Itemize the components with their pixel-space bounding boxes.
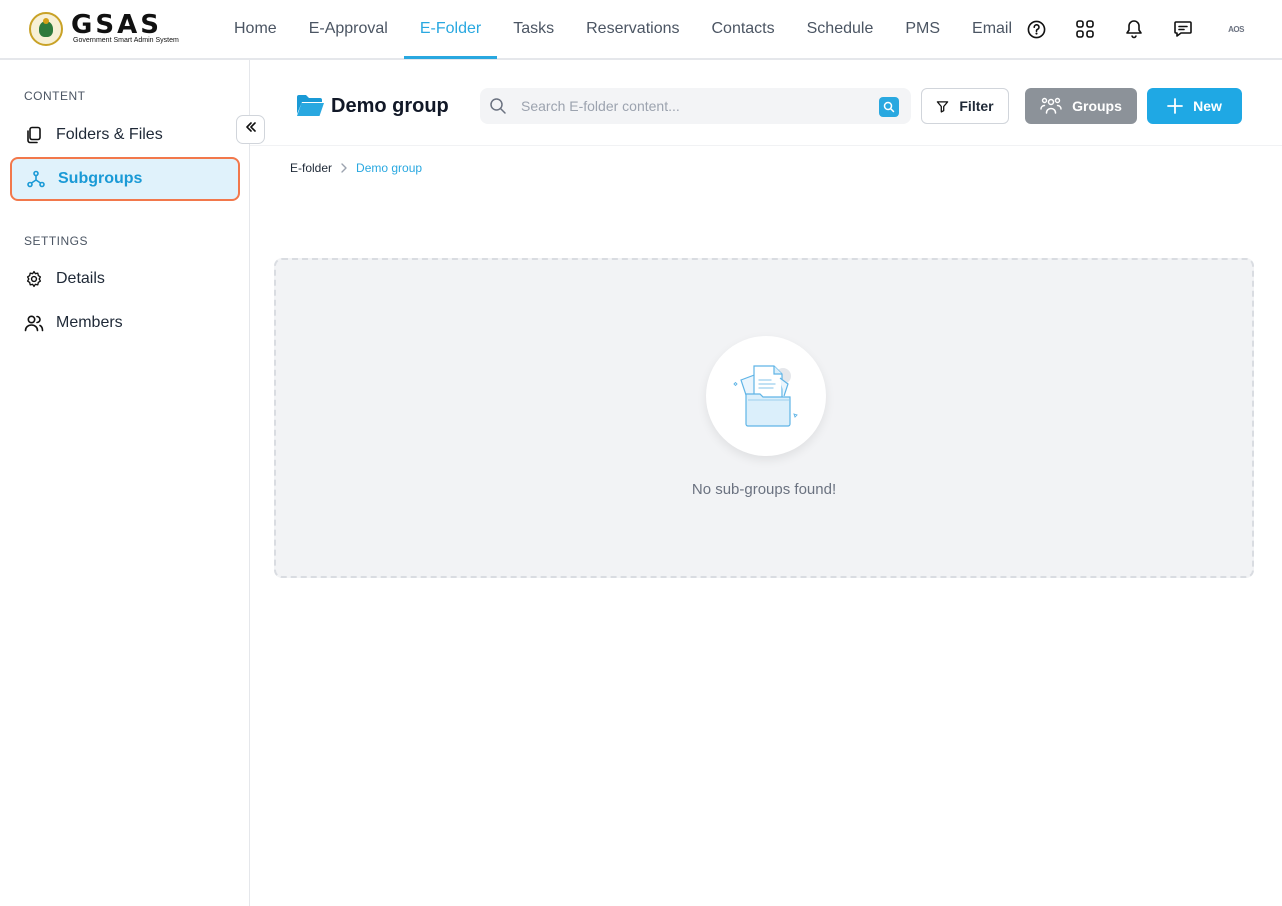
empty-state-panel: No sub-groups found! — [274, 258, 1254, 578]
sidebar-item-label: Subgroups — [58, 170, 143, 187]
top-navbar: GSAS Government Smart Admin System Home … — [0, 0, 1282, 60]
main-nav: Home E-Approval E-Folder Tasks Reservati… — [218, 0, 1028, 60]
logo-subtitle: Government Smart Admin System — [73, 37, 179, 44]
emblem-icon — [29, 12, 63, 46]
nav-pms[interactable]: PMS — [889, 0, 956, 58]
empty-state-message: No sub-groups found! — [691, 481, 837, 498]
bell-icon[interactable] — [1124, 19, 1144, 39]
subgroups-icon — [26, 169, 46, 189]
settings-heading: SETTINGS — [24, 234, 89, 248]
nav-email[interactable]: Email — [956, 0, 1028, 58]
top-actions: AOS — [1026, 0, 1282, 58]
breadcrumb-current: Demo group — [356, 161, 423, 175]
user-avatar[interactable]: AOS — [1224, 17, 1248, 41]
breadcrumb-root[interactable]: E-folder — [290, 161, 332, 175]
nav-home[interactable]: Home — [218, 0, 293, 58]
nav-e-folder[interactable]: E-Folder — [403, 0, 498, 59]
groups-button[interactable]: Groups — [1025, 88, 1137, 124]
nav-tasks[interactable]: Tasks — [497, 0, 570, 58]
chat-icon[interactable] — [1173, 19, 1193, 39]
double-chevron-left-icon — [244, 120, 258, 139]
sidebar-item-details[interactable]: Details — [10, 257, 240, 301]
search-submit-button[interactable] — [879, 97, 899, 117]
sidebar-item-members[interactable]: Members — [10, 301, 240, 345]
sidebar-item-folders-files[interactable]: Folders & Files — [10, 113, 240, 157]
nav-e-approval[interactable]: E-Approval — [293, 0, 404, 58]
app-logo[interactable]: GSAS Government Smart Admin System — [29, 12, 179, 46]
new-button[interactable]: New — [1147, 88, 1242, 124]
groups-label: Groups — [1072, 98, 1122, 114]
collapse-sidebar-button[interactable] — [236, 115, 265, 144]
apps-grid-icon[interactable] — [1075, 19, 1095, 39]
content-header: Demo group Filter Groups New — [250, 60, 1282, 146]
new-label: New — [1193, 98, 1222, 114]
help-icon[interactable] — [1026, 19, 1046, 39]
nav-reservations[interactable]: Reservations — [570, 0, 695, 58]
empty-illustration — [706, 336, 826, 456]
search-bar — [480, 88, 911, 124]
folder-open-icon — [296, 94, 325, 118]
filter-button[interactable]: Filter — [921, 88, 1009, 124]
search-icon — [489, 97, 507, 115]
page-title: Demo group — [331, 94, 449, 117]
plus-icon — [1167, 98, 1183, 114]
nav-schedule[interactable]: Schedule — [791, 0, 890, 58]
nav-contacts[interactable]: Contacts — [695, 0, 790, 58]
gear-icon — [24, 269, 44, 289]
logo-text: GSAS — [71, 10, 162, 40]
sidebar-item-subgroups[interactable]: Subgroups — [10, 157, 240, 201]
breadcrumb: E-folder Demo group — [290, 161, 422, 175]
sidebar: CONTENT Folders & Files Subgroups SETTIN… — [0, 60, 250, 906]
group-users-icon — [1040, 97, 1062, 115]
members-icon — [24, 313, 44, 333]
sidebar-item-label: Members — [56, 314, 123, 331]
chevron-right-icon — [340, 163, 348, 173]
sidebar-item-label: Details — [56, 270, 105, 287]
search-input[interactable] — [521, 98, 871, 114]
content-heading: CONTENT — [24, 89, 86, 103]
sidebar-item-label: Folders & Files — [56, 126, 163, 143]
filter-label: Filter — [959, 98, 994, 114]
files-icon — [24, 125, 44, 145]
filter-icon — [936, 100, 949, 113]
empty-folder-icon — [726, 354, 806, 439]
